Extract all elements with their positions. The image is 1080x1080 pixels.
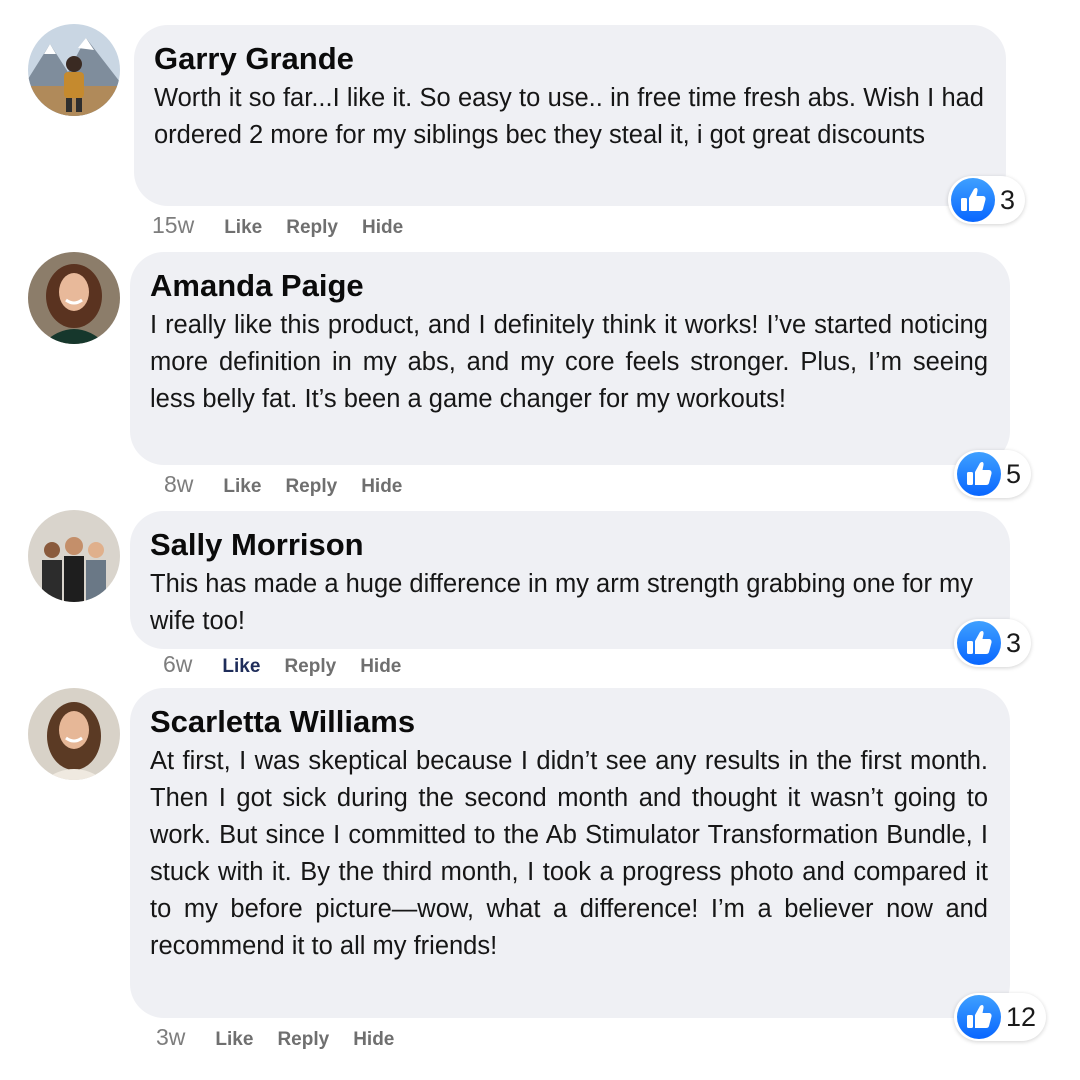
comment-timestamp: 6w bbox=[163, 651, 193, 677]
comment-timestamp: 8w bbox=[164, 471, 194, 497]
woman-smiling-avatar-icon bbox=[28, 688, 120, 780]
reaction-summary[interactable]: 3 bbox=[948, 176, 1026, 224]
comment-author[interactable]: Garry Grande bbox=[154, 39, 984, 79]
like-link[interactable]: Like bbox=[223, 476, 261, 498]
woman-portrait-avatar-icon bbox=[28, 252, 120, 344]
like-link[interactable]: Like bbox=[224, 217, 262, 239]
thumbs-up-icon bbox=[951, 178, 995, 222]
comment-author[interactable]: Scarletta Williams bbox=[150, 702, 988, 742]
comment-meta: 15w Like Reply Hide bbox=[152, 212, 427, 239]
comment-text: I really like this product, and I defini… bbox=[150, 311, 988, 413]
like-count: 3 bbox=[1006, 627, 1022, 658]
like-count: 12 bbox=[1006, 1001, 1037, 1032]
hide-link[interactable]: Hide bbox=[362, 217, 403, 239]
like-count: 5 bbox=[1006, 458, 1022, 489]
avatar[interactable] bbox=[28, 252, 120, 344]
hide-link[interactable]: Hide bbox=[360, 656, 401, 678]
comment-bubble: Amanda Paige I really like this product,… bbox=[130, 252, 1010, 465]
comment-meta: 8w Like Reply Hide bbox=[164, 471, 426, 498]
comment-author[interactable]: Amanda Paige bbox=[150, 266, 988, 306]
comment-bubble: Sally Morrison This has made a huge diff… bbox=[130, 511, 1010, 649]
comment-timestamp: 15w bbox=[152, 212, 195, 238]
reply-link[interactable]: Reply bbox=[286, 217, 338, 239]
comment-bubble: Scarletta Williams At first, I was skept… bbox=[130, 688, 1010, 1018]
comment-meta: 6w Like Reply Hide bbox=[163, 651, 425, 678]
reaction-summary[interactable]: 12 bbox=[954, 993, 1047, 1041]
comment-timestamp: 3w bbox=[156, 1024, 186, 1050]
hide-link[interactable]: Hide bbox=[361, 476, 402, 498]
avatar[interactable] bbox=[28, 510, 120, 602]
reaction-summary[interactable]: 5 bbox=[954, 450, 1032, 498]
avatar[interactable] bbox=[28, 24, 120, 116]
comment-text: At first, I was skeptical because I didn… bbox=[150, 747, 988, 960]
reply-link[interactable]: Reply bbox=[284, 656, 336, 678]
comment-text: This has made a huge difference in my ar… bbox=[150, 570, 974, 635]
reaction-summary[interactable]: 3 bbox=[954, 619, 1032, 667]
comment-bubble: Garry Grande Worth it so far...I like it… bbox=[134, 25, 1006, 206]
mountain-hiker-avatar-icon bbox=[28, 24, 120, 116]
comment-meta: 3w Like Reply Hide bbox=[156, 1024, 418, 1051]
group-photo-avatar-icon bbox=[28, 510, 120, 602]
hide-link[interactable]: Hide bbox=[353, 1029, 394, 1051]
thumbs-up-icon bbox=[957, 995, 1001, 1039]
reply-link[interactable]: Reply bbox=[285, 476, 337, 498]
avatar[interactable] bbox=[28, 688, 120, 780]
reply-link[interactable]: Reply bbox=[277, 1029, 329, 1051]
like-link[interactable]: Like bbox=[222, 656, 260, 678]
thumbs-up-icon bbox=[957, 452, 1001, 496]
like-count: 3 bbox=[1000, 184, 1016, 215]
like-link[interactable]: Like bbox=[215, 1029, 253, 1051]
comment-author[interactable]: Sally Morrison bbox=[150, 525, 988, 565]
comment-text: Worth it so far...I like it. So easy to … bbox=[154, 84, 984, 149]
thumbs-up-icon bbox=[957, 621, 1001, 665]
